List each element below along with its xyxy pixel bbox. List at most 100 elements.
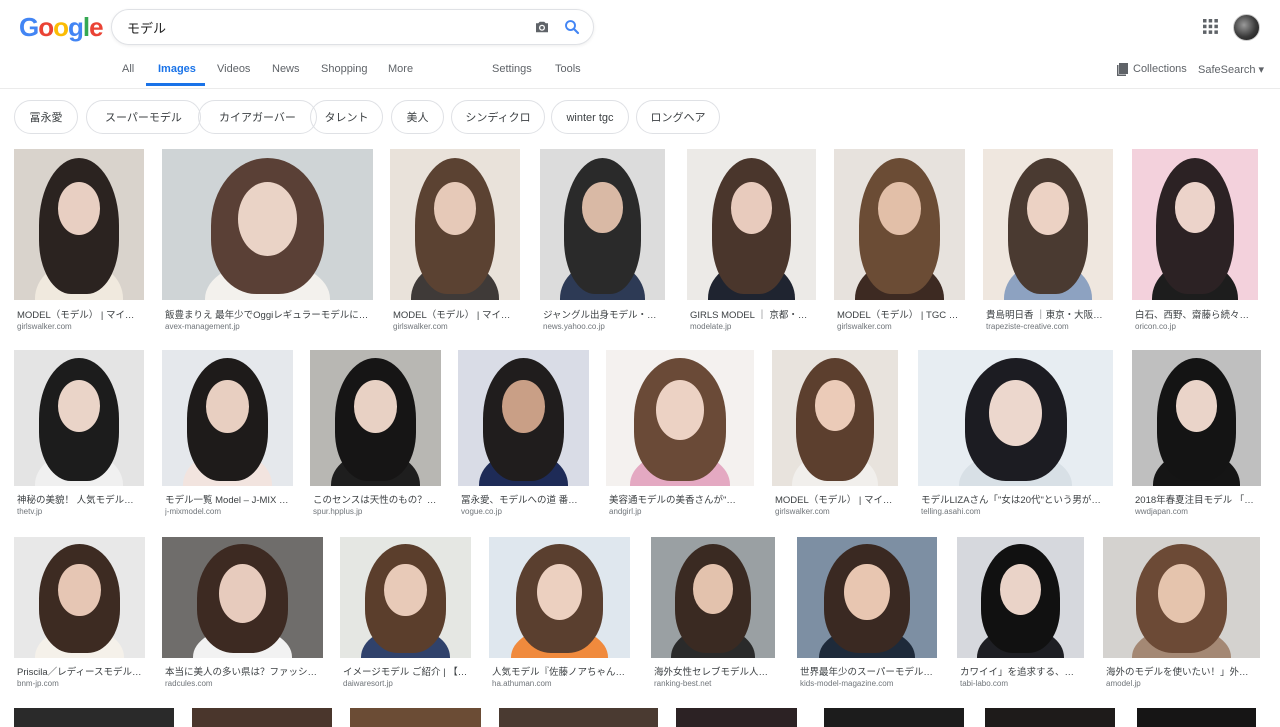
google-logo[interactable]: Google (19, 12, 104, 43)
search-box[interactable]: モデル (111, 9, 594, 45)
result-thumbnail[interactable] (1137, 708, 1256, 727)
result-title[interactable]: 本当に美人の多い県は？ファッシ… (165, 664, 320, 678)
result-source: andgirl.jp (609, 507, 642, 516)
tab-news[interactable]: News (272, 63, 300, 75)
result-title[interactable]: 海外女性セレブモデル人気… (654, 664, 774, 678)
account-avatar[interactable] (1233, 14, 1260, 41)
result-thumbnail[interactable] (606, 350, 754, 486)
result-thumbnail[interactable] (14, 149, 144, 300)
result-title[interactable]: 美容通モデルの美香さんが"… (609, 492, 751, 506)
logo-letter: o (53, 12, 69, 42)
result-title[interactable]: モデルLIZAさん「"女は20代"という男がい… (921, 492, 1110, 506)
chip-super-model[interactable]: スーパーモデル (86, 100, 201, 134)
result-source: bnm-jp.com (17, 679, 59, 688)
photo-figure-face (1027, 182, 1069, 235)
logo-letter: G (19, 12, 39, 42)
search-input[interactable]: モデル (127, 18, 166, 37)
tab-more[interactable]: More (388, 63, 413, 75)
logo-letter: o (38, 12, 54, 42)
result-title[interactable]: 神秘の美貌！ 人気モデル・… (17, 492, 141, 506)
chevron-down-icon: ▾ (1258, 64, 1265, 76)
result-source: girlswalker.com (837, 322, 892, 331)
bookmark-icon[interactable] (1117, 63, 1128, 76)
result-title[interactable]: MODEL（モデル） | TGC … (837, 307, 962, 321)
result-thumbnail[interactable] (458, 350, 589, 486)
result-thumbnail[interactable] (350, 708, 481, 727)
result-thumbnail[interactable] (162, 537, 323, 658)
result-title[interactable]: このセンスは天性のもの？ … (313, 492, 438, 506)
result-title[interactable]: 白石、西野、齋藤ら続々進… (1135, 307, 1255, 321)
photo-figure-face (206, 379, 249, 433)
result-title[interactable]: ジャングル出身モデル・小… (543, 307, 663, 321)
search-icon[interactable] (563, 18, 581, 36)
result-thumbnail[interactable] (14, 537, 145, 658)
result-thumbnail[interactable] (834, 149, 965, 300)
result-title[interactable]: イメージモデル ご紹介 | 【… (343, 664, 468, 678)
result-thumbnail[interactable] (1132, 350, 1261, 486)
result-title[interactable]: モデル一覧 Model – J-MIX … (165, 492, 290, 506)
result-source: girlswalker.com (393, 322, 448, 331)
result-thumbnail[interactable] (14, 350, 144, 486)
chip-long-hair[interactable]: ロングヘア (636, 100, 720, 134)
result-thumbnail[interactable] (489, 537, 630, 658)
collections-link[interactable]: Collections (1133, 63, 1187, 75)
chip-bijin[interactable]: 美人 (391, 100, 444, 134)
result-thumbnail[interactable] (918, 350, 1113, 486)
chip-talent[interactable]: タレント (310, 100, 383, 134)
tab-all[interactable]: All (122, 63, 134, 75)
result-thumbnail[interactable] (772, 350, 898, 486)
result-thumbnail[interactable] (676, 708, 797, 727)
settings-link[interactable]: Settings (492, 63, 532, 75)
result-title[interactable]: 人気モデル『佐藤ノアちゃん… (492, 664, 627, 678)
chip-winter-tgc[interactable]: winter tgc (551, 100, 629, 134)
result-thumbnail[interactable] (192, 708, 332, 727)
result-thumbnail[interactable] (14, 708, 174, 727)
result-title[interactable]: 飯豊まりえ 最年少でOggiレギュラーモデルに… (165, 307, 370, 321)
photo-figure-face (1174, 182, 1216, 233)
result-title[interactable]: カワイイ」を追求する、日… (960, 664, 1081, 678)
result-title[interactable]: MODEL（モデル） | マイナ… (775, 492, 895, 506)
result-thumbnail[interactable] (162, 350, 293, 486)
photo-figure-face (1175, 379, 1218, 432)
chip-tominaga-ai[interactable]: 冨永愛 (14, 100, 78, 134)
chip-cindy-crawford[interactable]: シンディクロ (451, 100, 545, 134)
safesearch-menu[interactable]: SafeSearch ▾ (1198, 63, 1264, 76)
result-thumbnail[interactable] (162, 149, 373, 300)
result-title[interactable]: 海外のモデルを使いたい！」外国… (1106, 664, 1257, 678)
result-title[interactable]: 世界最年少のスーパーモデル1… (800, 664, 934, 678)
result-thumbnail[interactable] (983, 149, 1113, 300)
result-title[interactable]: 貴島明日香 ｜東京・大阪… (986, 307, 1110, 321)
tab-shopping[interactable]: Shopping (321, 63, 368, 75)
result-title[interactable]: 冨永愛、モデルへの道 番外… (461, 492, 586, 506)
result-source: vogue.co.jp (461, 507, 502, 516)
result-thumbnail[interactable] (390, 149, 520, 300)
result-thumbnail[interactable] (687, 149, 816, 300)
result-source: amodel.jp (1106, 679, 1141, 688)
result-thumbnail[interactable] (1132, 149, 1258, 300)
result-thumbnail[interactable] (957, 537, 1084, 658)
tab-videos[interactable]: Videos (217, 63, 250, 75)
result-thumbnail[interactable] (310, 350, 441, 486)
result-thumbnail[interactable] (499, 708, 658, 727)
photo-figure-face (693, 563, 733, 614)
result-title[interactable]: 2018年春夏注目モデル 「C… (1135, 492, 1258, 506)
result-source: wwdjapan.com (1135, 507, 1188, 516)
result-title[interactable]: MODEL（モデル） | マイナ… (17, 307, 141, 321)
result-thumbnail[interactable] (824, 708, 964, 727)
camera-icon[interactable] (533, 18, 551, 36)
result-thumbnail[interactable] (651, 537, 775, 658)
result-thumbnail[interactable] (1103, 537, 1260, 658)
result-title[interactable]: MODEL（モデル） | マイナ… (393, 307, 517, 321)
result-thumbnail[interactable] (340, 537, 471, 658)
apps-grid-icon[interactable] (1203, 19, 1218, 34)
result-thumbnail[interactable] (540, 149, 665, 300)
result-title[interactable]: GIRLS MODEL ｜ 京都・… (690, 307, 813, 321)
result-title[interactable]: Priscila／レディースモデル… (17, 664, 142, 678)
result-thumbnail[interactable] (797, 537, 937, 658)
photo-figure-face (1000, 563, 1041, 615)
chip-kaia-gerber[interactable]: カイアガーバー (198, 100, 317, 134)
result-thumbnail[interactable] (985, 708, 1115, 727)
result-source: news.yahoo.co.jp (543, 322, 605, 331)
tools-link[interactable]: Tools (555, 63, 581, 75)
tab-images[interactable]: Images (158, 63, 196, 75)
